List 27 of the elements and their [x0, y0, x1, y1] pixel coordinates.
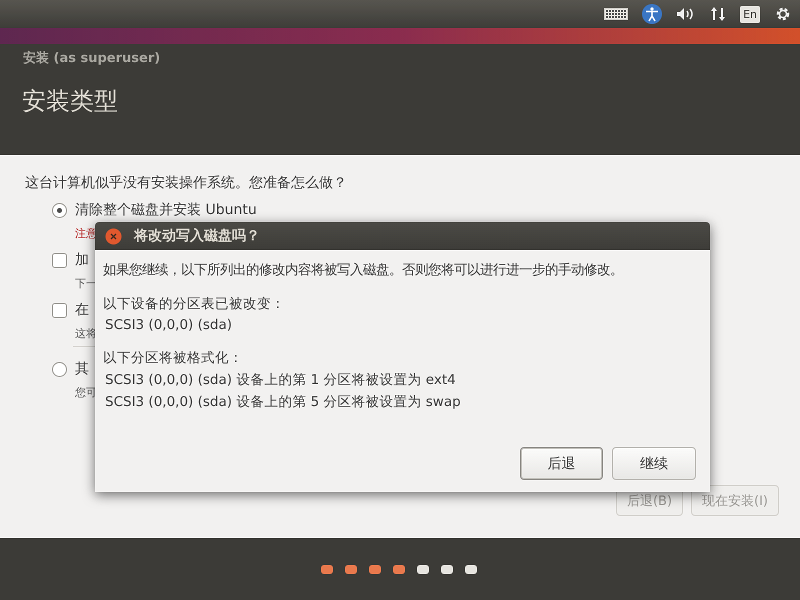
- back-button[interactable]: 后退: [520, 447, 603, 480]
- section-line: SCSI3 (0,0,0) (sda): [104, 317, 234, 333]
- close-icon[interactable]: [105, 228, 122, 244]
- language-indicator[interactable]: En: [740, 6, 760, 22]
- dialog-title: 将改动写入磁盘吗？: [134, 227, 260, 245]
- radio-button[interactable]: [52, 362, 67, 377]
- option-note: 这将: [75, 326, 97, 341]
- keyboard-icon[interactable]: [604, 8, 628, 20]
- network-icon[interactable]: [710, 6, 726, 22]
- option-label: 加: [75, 252, 89, 268]
- accessibility-icon[interactable]: [642, 4, 662, 24]
- dialog-message: 如果您继续，以下所列出的修改内容将被写入磁盘。否则您将可以进行进一步的手动修改。: [103, 262, 624, 279]
- checkbox[interactable]: [52, 253, 67, 268]
- gear-icon[interactable]: [774, 5, 792, 23]
- page-heading: 安装类型: [21, 86, 119, 117]
- window-title: 安装 (as superuser): [22, 50, 162, 68]
- checkbox[interactable]: [52, 303, 67, 318]
- option-label: 其: [75, 361, 89, 377]
- question-text: 这台计算机似乎没有安装操作系统。您准备怎么做？: [25, 174, 348, 192]
- section-heading: 以下分区将被格式化：: [103, 349, 244, 367]
- section-line: SCSI3 (0,0,0) (sda) 设备上的第 5 分区将被设置为 swap: [104, 393, 462, 411]
- section-heading: 以下设备的分区表已被改变：: [103, 295, 286, 313]
- radio-button[interactable]: [52, 203, 67, 218]
- continue-button[interactable]: 继续: [612, 447, 696, 480]
- section-line: SCSI3 (0,0,0) (sda) 设备上的第 1 分区将被设置为 ext4: [104, 371, 457, 389]
- option-label: 清除整个磁盘并安装 Ubuntu: [75, 202, 257, 218]
- option-label: 在: [75, 302, 89, 318]
